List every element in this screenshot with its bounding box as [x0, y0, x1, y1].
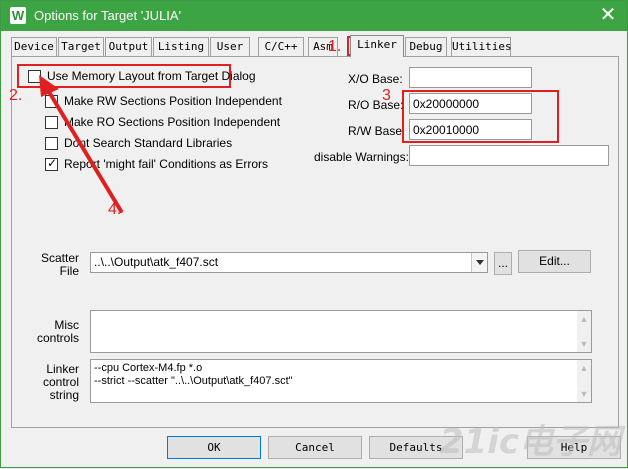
- misc-scrollbar[interactable]: ▲ ▼: [577, 311, 591, 352]
- linker-string-scrollbar[interactable]: ▲ ▼: [577, 360, 591, 402]
- xo-base-input[interactable]: [409, 67, 532, 88]
- scroll-up-icon[interactable]: ▲: [577, 312, 591, 326]
- checkbox-box-checked[interactable]: [45, 156, 58, 171]
- misc-controls-label: Misc controls: [31, 319, 79, 345]
- dont-search-libs-checkbox[interactable]: Dont Search Standard Libraries: [45, 135, 232, 151]
- tab-debug[interactable]: Debug: [405, 37, 447, 56]
- scatter-file-combo[interactable]: ..\..\Output\atk_f407.sct: [90, 252, 488, 273]
- make-ro-checkbox[interactable]: Make RO Sections Position Independent: [45, 114, 280, 130]
- tab-utilities[interactable]: Utilities: [451, 37, 512, 56]
- annotation-4: 4.: [108, 201, 122, 218]
- report-might-fail-label: Report 'might fail' Conditions as Errors: [64, 157, 268, 171]
- linker-string-line: --cpu Cortex-M4.fp *.o: [94, 362, 203, 374]
- tab-output[interactable]: Output: [105, 37, 152, 56]
- rw-base-label: R/W Base: [348, 124, 403, 138]
- scatter-browse-button[interactable]: ...: [494, 252, 512, 275]
- checkbox-box[interactable]: [45, 136, 58, 150]
- app-logo-icon: W: [10, 7, 26, 24]
- tab-listing[interactable]: Listing: [153, 37, 209, 56]
- chevron-down-icon[interactable]: [471, 253, 487, 272]
- use-memory-layout-checkbox[interactable]: Use Memory Layout from Target Dialog: [28, 68, 256, 84]
- checkbox-box[interactable]: [28, 69, 41, 83]
- tab-linker[interactable]: Linker: [350, 35, 404, 57]
- report-might-fail-checkbox[interactable]: Report 'might fail' Conditions as Errors: [45, 156, 268, 172]
- dont-search-libs-label: Dont Search Standard Libraries: [64, 136, 233, 150]
- scatter-label-line2: File: [59, 264, 79, 278]
- make-ro-label: Make RO Sections Position Independent: [64, 115, 281, 129]
- ok-button[interactable]: OK: [167, 436, 261, 459]
- dialog-button-bar: OK Cancel Defaults Help: [1, 429, 627, 467]
- close-icon[interactable]: ✕: [597, 4, 619, 26]
- tab-target[interactable]: Target: [58, 37, 104, 56]
- disable-warnings-label: disable Warnings:: [314, 150, 409, 164]
- xo-base-label: X/O Base:: [348, 72, 403, 86]
- annotation-2: 2.: [9, 87, 23, 104]
- scatter-edit-button[interactable]: Edit...: [518, 250, 591, 273]
- annotation-1: 1.: [328, 38, 342, 55]
- scatter-file-label: Scatter File: [31, 252, 79, 278]
- linker-label-line3: string: [49, 388, 79, 402]
- misc-controls-textarea[interactable]: ▲ ▼: [90, 310, 592, 353]
- make-rw-label: Make RW Sections Position Independent: [64, 94, 282, 108]
- options-dialog: W Options for Target 'JULIA' ✕ Device Ta…: [0, 0, 628, 468]
- scatter-file-value: ..\..\Output\atk_f407.sct: [94, 255, 219, 269]
- disable-warnings-input[interactable]: [409, 145, 609, 166]
- make-rw-checkbox[interactable]: Make RW Sections Position Independent: [45, 93, 282, 109]
- checkbox-box[interactable]: [45, 115, 58, 129]
- scroll-down-icon[interactable]: ▼: [577, 337, 591, 351]
- tab-c-cpp[interactable]: C/C++: [258, 37, 304, 56]
- title-bar: W Options for Target 'JULIA' ✕: [1, 1, 627, 31]
- checkbox-box[interactable]: [45, 94, 58, 108]
- scroll-down-icon[interactable]: ▼: [577, 387, 591, 401]
- linker-control-string-label: Linker control string: [31, 363, 79, 402]
- use-memory-layout-label: Use Memory Layout from Target Dialog: [47, 69, 256, 83]
- defaults-button[interactable]: Defaults: [369, 436, 463, 459]
- ro-base-label: R/O Base:: [348, 98, 404, 112]
- cancel-button[interactable]: Cancel: [268, 436, 362, 459]
- rw-base-input[interactable]: [409, 119, 532, 140]
- scroll-up-icon[interactable]: ▲: [577, 361, 591, 375]
- window-title: Options for Target 'JULIA': [34, 8, 182, 23]
- linker-string-line: --strict --scatter "..\..\Output\atk_f40…: [94, 375, 293, 387]
- tab-device[interactable]: Device: [11, 37, 57, 56]
- ro-base-input[interactable]: [409, 93, 532, 114]
- misc-label-line2: controls: [36, 331, 79, 345]
- linker-control-string-box[interactable]: --cpu Cortex-M4.fp *.o --strict --scatte…: [90, 359, 592, 403]
- help-button[interactable]: Help: [527, 436, 621, 459]
- tab-user[interactable]: User: [210, 37, 250, 56]
